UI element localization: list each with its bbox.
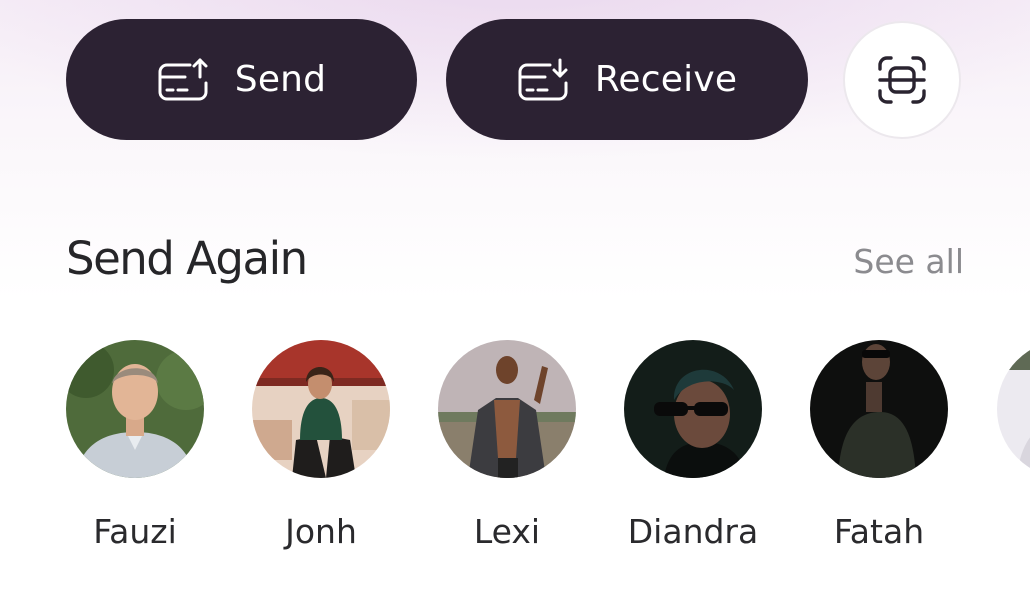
contact-item[interactable]: Fauzi bbox=[65, 340, 205, 551]
send-button-label: Send bbox=[234, 58, 327, 100]
avatar bbox=[997, 340, 1030, 478]
contact-item[interactable]: R bbox=[996, 340, 1030, 551]
avatar bbox=[252, 340, 390, 478]
contact-item[interactable]: Fatah bbox=[809, 340, 949, 551]
scan-button[interactable] bbox=[843, 21, 961, 139]
quick-actions: Send Receive bbox=[66, 19, 966, 141]
section-title: Send Again bbox=[66, 232, 308, 285]
contact-name: Fatah bbox=[833, 512, 925, 551]
avatar bbox=[438, 340, 576, 478]
contact-item[interactable]: Diandra bbox=[623, 340, 763, 551]
see-all-link[interactable]: See all bbox=[853, 242, 964, 281]
receive-button[interactable]: Receive bbox=[446, 19, 808, 140]
card-upload-icon bbox=[158, 58, 208, 100]
recent-contacts-list: Fauzi Jonh Lexi Diandra Fatah bbox=[0, 340, 1030, 580]
contact-name: Jonh bbox=[285, 512, 357, 551]
receive-button-label: Receive bbox=[594, 58, 738, 100]
card-download-icon bbox=[518, 58, 568, 100]
avatar bbox=[624, 340, 762, 478]
contact-name: Lexi bbox=[473, 512, 541, 551]
avatar bbox=[810, 340, 948, 478]
scan-icon bbox=[878, 56, 926, 104]
send-button[interactable]: Send bbox=[66, 19, 417, 140]
contact-name: Fauzi bbox=[93, 512, 177, 551]
avatar bbox=[66, 340, 204, 478]
contact-item[interactable]: Lexi bbox=[437, 340, 577, 551]
contact-name: Diandra bbox=[627, 512, 759, 551]
contact-item[interactable]: Jonh bbox=[251, 340, 391, 551]
